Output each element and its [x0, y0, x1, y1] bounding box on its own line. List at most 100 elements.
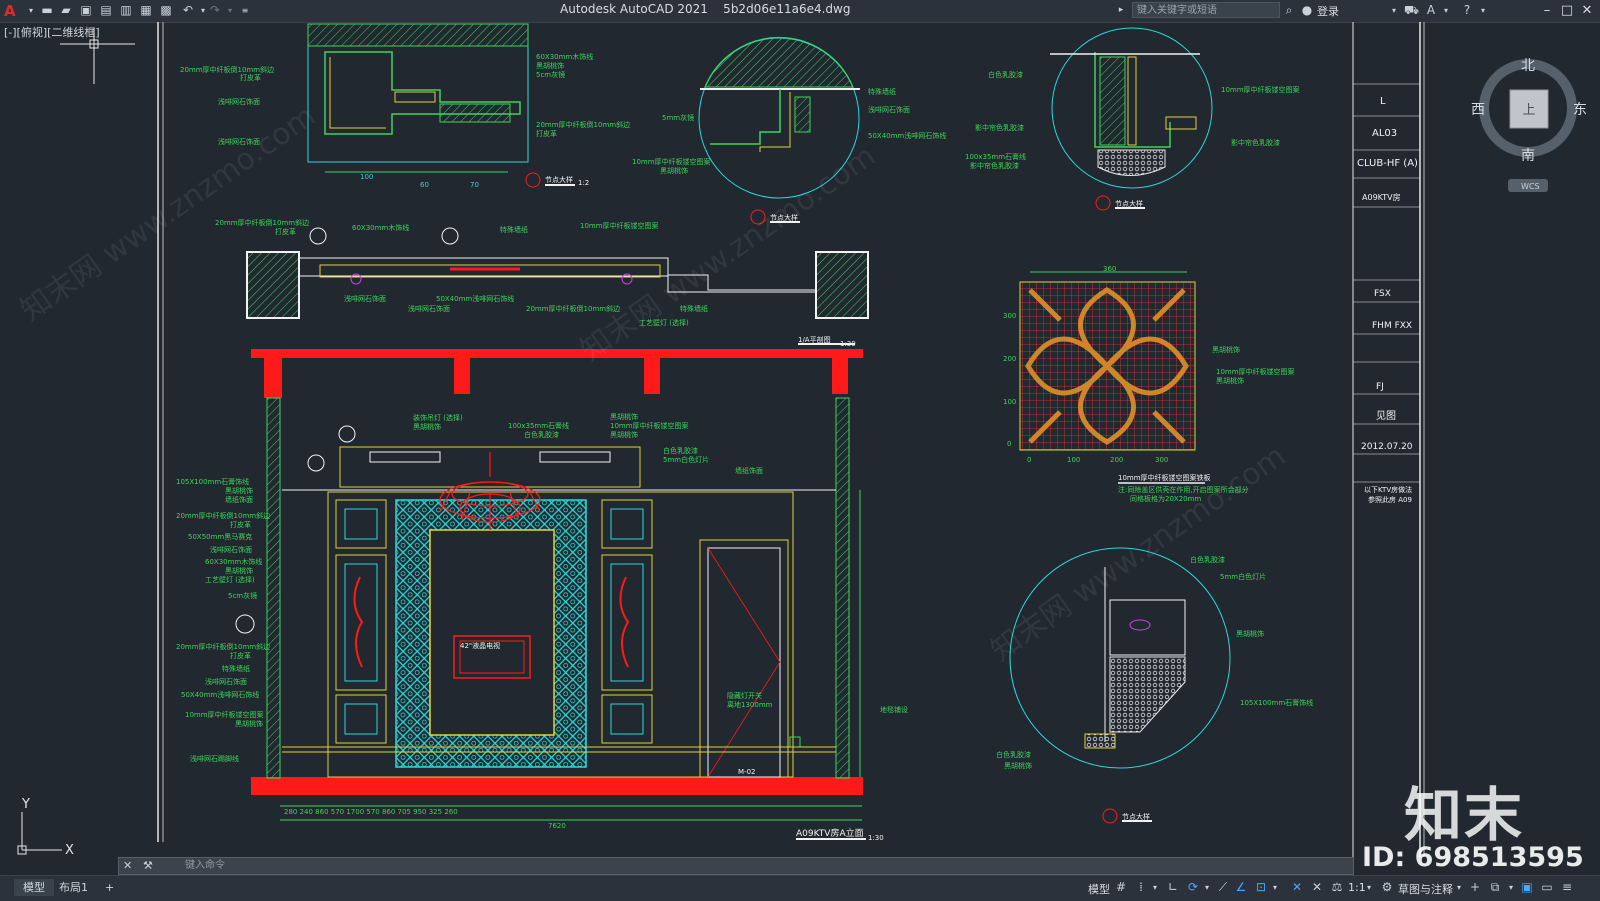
note: 打皮革 — [230, 520, 251, 529]
ucs-y-label: Y — [21, 797, 30, 812]
note: 黑胡桃饰 — [610, 430, 638, 439]
mirror-title: 10mm厚中纤板镂空图案铁板 — [1118, 473, 1211, 482]
svg-text:1:2: 1:2 — [578, 179, 589, 187]
note: 打皮革 — [230, 651, 251, 660]
compass-west[interactable]: 西 — [1471, 102, 1485, 118]
note: 地毯铺设 — [880, 705, 908, 714]
customization-menu-icon[interactable]: ≡ — [1560, 880, 1574, 895]
maximize-button[interactable]: □ — [1557, 1, 1577, 21]
scale: 见图 — [1376, 410, 1396, 422]
search-icon[interactable]: ⌕ — [1282, 3, 1296, 18]
add-icon[interactable]: + — [1468, 880, 1482, 895]
save-as-icon[interactable]: ▤ — [99, 3, 113, 18]
help-icon[interactable]: ? — [1460, 3, 1474, 18]
help-dropdown-icon[interactable]: ▾ — [1476, 3, 1490, 18]
search-input[interactable]: 键入关键字或短语 — [1132, 2, 1280, 18]
user-icon[interactable]: ● — [1300, 3, 1314, 18]
autodesk-a-icon[interactable]: A — [1424, 3, 1438, 18]
close-button[interactable]: ✕ — [1577, 1, 1597, 21]
cart-icon[interactable]: ⛟ — [1404, 3, 1419, 18]
search-expand-icon[interactable]: ▸ — [1114, 3, 1128, 18]
save-to-web-icon[interactable]: ▦ — [139, 3, 153, 18]
note: 墙纸饰面 — [225, 495, 253, 504]
scale-dropdown-icon[interactable]: ▾ — [1362, 880, 1376, 895]
autodesk-dropdown-icon[interactable]: ▾ — [1439, 3, 1453, 18]
isolate-dropdown-icon[interactable]: ▾ — [1504, 880, 1518, 895]
polar-dropdown-icon[interactable]: ▾ — [1200, 880, 1214, 895]
open-folder-icon[interactable]: ▰ — [59, 3, 73, 18]
note: 5mm白色灯片 — [663, 455, 709, 464]
note: 影中帘色乳胶漆 — [975, 123, 1024, 132]
viewport-label[interactable]: [-][俯视][二维线框] — [4, 25, 100, 39]
close-command-icon[interactable]: ✕ — [123, 858, 132, 874]
plot-icon[interactable]: ▩ — [159, 3, 173, 18]
compass-north[interactable]: 北 — [1521, 58, 1535, 74]
auto-scale-icon[interactable]: ✕ — [1310, 880, 1324, 895]
redo-icon[interactable]: ↷ — [208, 3, 222, 18]
note: 墙纸饰面 — [735, 466, 763, 475]
note: 打皮革 — [275, 227, 296, 236]
customize-command-icon[interactable]: ⚒ — [143, 858, 153, 874]
note: 隐藏灯开关 — [727, 691, 762, 700]
note: 黑胡桃饰 — [536, 61, 564, 70]
login-dropdown-icon[interactable]: ▾ — [1387, 3, 1401, 18]
note: 20mm厚中纤板倒10mm斜边 — [526, 304, 620, 313]
workspace-dropdown-icon[interactable]: ▾ — [1452, 880, 1466, 895]
wcs-label[interactable]: WCS — [1521, 182, 1540, 191]
autocad-logo-icon[interactable]: A — [4, 1, 20, 21]
detail-title: 节点大样 — [1122, 812, 1150, 821]
add-layout-button[interactable]: + — [96, 879, 123, 896]
note: 105X100mm石膏饰线 — [1240, 698, 1313, 707]
annotation-visibility-icon[interactable]: ✕ — [1290, 880, 1304, 895]
viewcube[interactable]: 上 北 南 东 西 WCS — [1471, 58, 1587, 192]
save-icon[interactable]: ▣ — [79, 3, 93, 18]
tab-layout1[interactable]: 布局1 — [50, 879, 97, 896]
grid-icon[interactable]: # — [1114, 880, 1128, 895]
compass-east[interactable]: 东 — [1573, 102, 1587, 118]
note: 影中帘色乳胶漆 — [1231, 138, 1280, 147]
login-button[interactable]: 登录 — [1317, 3, 1339, 19]
elevation-scale: 1:30 — [868, 834, 884, 842]
minimize-button[interactable]: – — [1537, 1, 1557, 21]
new-file-icon[interactable]: ▬ — [40, 3, 54, 18]
hardware-acceleration-icon[interactable]: ▣ — [1520, 880, 1534, 895]
svg-text:300: 300 — [1155, 456, 1168, 464]
annotation-scale-icon[interactable]: ⚖ — [1330, 880, 1344, 895]
command-line[interactable]: ✕ ⚒ 键入命令 — [118, 857, 1354, 875]
object-snap-tracking-icon[interactable]: ∠ — [1234, 880, 1248, 895]
drawing-canvas[interactable]: [-][俯视][二维线框] 100 60 70 20mm厚中纤板倒10mm斜边 … — [0, 22, 1600, 858]
viewcube-top-label[interactable]: 上 — [1522, 103, 1535, 118]
customize-toolbar-icon[interactable]: ≡ — [238, 3, 252, 18]
note: 20mm厚中纤板倒10mm斜边 — [176, 642, 270, 651]
note: 10mm厚中纤板镂空图案 — [185, 710, 264, 719]
snap-icon[interactable]: ⁞ — [1134, 880, 1148, 895]
note: 50X40mm浅啡网石饰线 — [181, 690, 259, 699]
object-snap-dropdown-icon[interactable]: ▾ — [1268, 880, 1282, 895]
tab-model[interactable]: 模型 — [14, 879, 54, 896]
app-menu-arrow-icon[interactable]: ▾ — [24, 3, 38, 18]
note: 白色乳胶漆 — [1190, 555, 1225, 564]
isodraft-icon[interactable]: ⟋ — [1216, 880, 1230, 895]
note: 105X100mm石膏饰线 — [176, 477, 249, 486]
note: 浅啡网石饰面 — [408, 304, 450, 313]
workspace-gear-icon[interactable]: ⚙ — [1380, 880, 1394, 895]
clean-screen-icon[interactable]: ▭ — [1540, 880, 1554, 895]
svg-text:0: 0 — [1007, 440, 1011, 448]
snap-dropdown-icon[interactable]: ▾ — [1148, 880, 1162, 895]
polar-icon[interactable]: ⟳ — [1186, 880, 1200, 895]
ortho-icon[interactable]: ∟ — [1166, 880, 1180, 895]
svg-text:200: 200 — [1110, 456, 1123, 464]
workspace-switch[interactable]: 草图与注释 — [1398, 881, 1453, 897]
note: 20mm厚中纤板倒10mm斜边 — [176, 511, 270, 520]
open-from-web-icon[interactable]: ▥ — [119, 3, 133, 18]
note: 打皮革 — [536, 129, 557, 138]
model-space-button[interactable]: 模型 — [1088, 881, 1110, 897]
redo-dropdown-icon[interactable]: ▾ — [223, 3, 237, 18]
command-input[interactable]: 键入命令 — [185, 858, 225, 874]
undo-icon[interactable]: ↶ — [181, 3, 195, 18]
object-snap-icon[interactable]: ⊡ — [1254, 880, 1268, 895]
compass-south[interactable]: 南 — [1521, 148, 1535, 164]
title-bar: A ▾ ▬ ▰ ▣ ▤ ▥ ▦ ▩ ↶ ▾ ↷ ▾ ≡ Autodesk Aut… — [0, 0, 1600, 23]
isolate-objects-icon[interactable]: ⧉ — [1488, 880, 1502, 895]
note: 100x35mm石膏线 — [508, 421, 569, 430]
